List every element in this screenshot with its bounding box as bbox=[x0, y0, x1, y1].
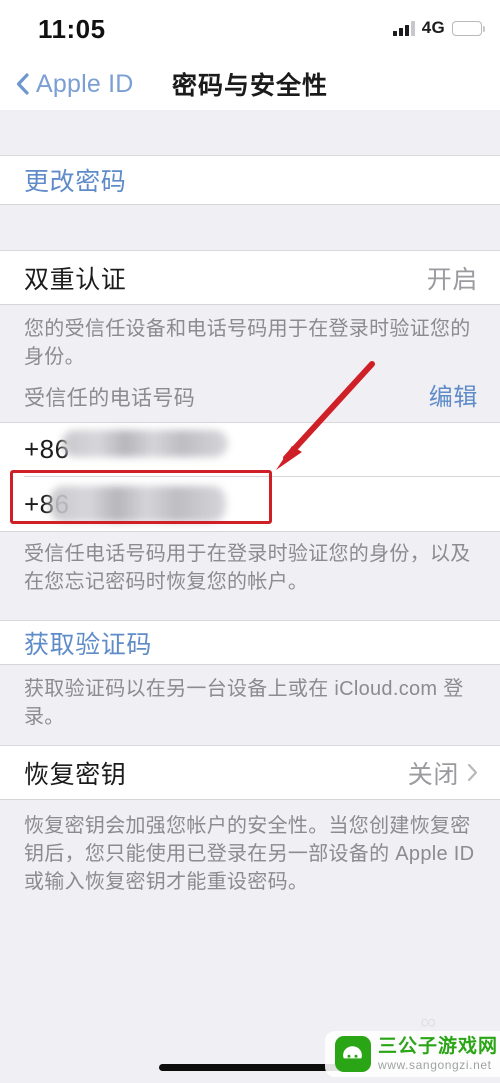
get-verification-code-row[interactable]: 获取验证码 bbox=[0, 620, 500, 665]
settings-list: 更改密码 双重认证 开启 您的受信任设备和电话号码用于在登录时验证您的身份。 受… bbox=[0, 110, 500, 896]
two-factor-status: 开启 bbox=[426, 265, 478, 294]
trusted-phone-row[interactable]: +86 bbox=[0, 422, 500, 477]
trusted-numbers-label: 受信任的电话号码 bbox=[24, 387, 196, 410]
cellular-bars-icon bbox=[393, 20, 415, 36]
redacted-phone-number bbox=[62, 430, 228, 457]
watermark-site-name: 三公子游戏网 bbox=[377, 1036, 498, 1057]
navigation-bar: Apple ID 密码与安全性 bbox=[0, 58, 500, 110]
redacted-phone-number bbox=[50, 486, 226, 522]
change-password-label: 更改密码 bbox=[24, 168, 127, 196]
get-verification-code-label: 获取验证码 bbox=[24, 630, 153, 659]
watermark-url: www.sangongzi.net bbox=[377, 1058, 492, 1072]
recovery-key-description: 恢复密钥会加强您帐户的安全性。当您创建恢复密钥后，您只能使用已登录在另一部设备的… bbox=[0, 800, 500, 896]
network-type-label: 4G bbox=[421, 18, 445, 37]
home-indicator-bar bbox=[159, 1064, 341, 1071]
status-bar: 11:05 4G bbox=[0, 0, 500, 58]
two-factor-description: 您的受信任设备和电话号码用于在登录时验证您的身份。 bbox=[0, 305, 500, 371]
section-gap bbox=[0, 110, 500, 155]
recovery-key-status: 关闭 bbox=[407, 760, 459, 789]
two-factor-label: 双重认证 bbox=[24, 265, 127, 294]
trusted-phones-description: 受信任电话号码用于在登录时验证您的身份，以及在您忘记密码时恢复您的帐户。 bbox=[0, 532, 500, 608]
page-title: 密码与安全性 bbox=[171, 72, 328, 100]
status-bar-clock: 11:05 bbox=[38, 14, 106, 44]
status-bar-indicators: 4G bbox=[393, 18, 486, 38]
change-password-row[interactable]: 更改密码 bbox=[0, 155, 500, 205]
battery-icon bbox=[452, 20, 486, 36]
section-gap bbox=[0, 205, 500, 250]
trusted-phone-row[interactable]: +86 bbox=[0, 477, 500, 532]
iphone-screen: 11:05 4G Apple ID 密码与安全性 更改密码 双重认证 开启 您的… bbox=[0, 0, 500, 1083]
trusted-numbers-header: 受信任的电话号码 编辑 bbox=[0, 371, 500, 422]
watermark: 三公子游戏网 www.sangongzi.net bbox=[324, 1031, 500, 1077]
two-factor-row[interactable]: 双重认证 开启 bbox=[0, 250, 500, 305]
recovery-key-label: 恢复密钥 bbox=[24, 760, 127, 789]
chevron-right-icon bbox=[467, 763, 478, 782]
section-gap bbox=[0, 608, 500, 620]
edit-button[interactable]: 编辑 bbox=[429, 377, 478, 412]
gamepad-logo-icon bbox=[334, 1036, 371, 1072]
recovery-key-row[interactable]: 恢复密钥 关闭 bbox=[0, 745, 500, 800]
verification-code-description: 获取验证码以在另一台设备上或在 iCloud.com 登录。 bbox=[0, 665, 500, 745]
